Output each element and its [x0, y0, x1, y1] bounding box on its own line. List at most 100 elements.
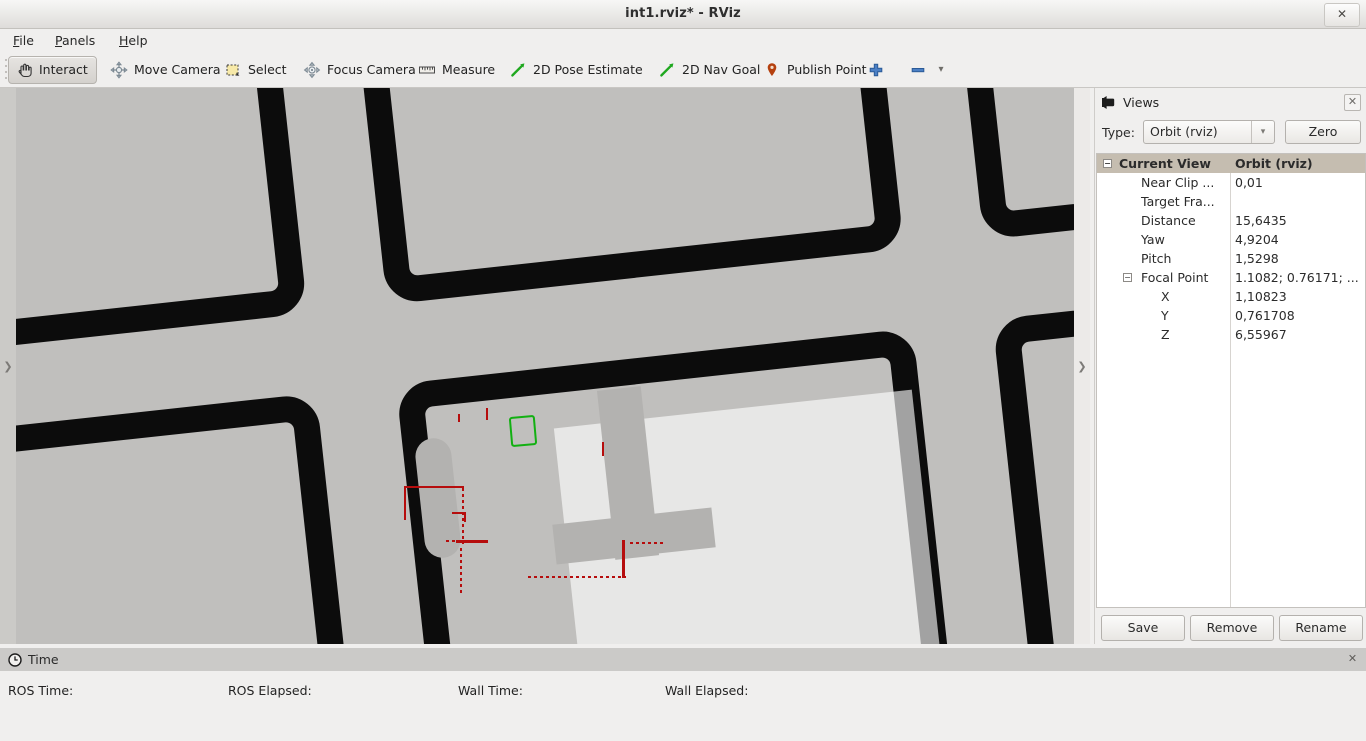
view-properties-tree[interactable]: −Current ViewOrbit (rviz)Near Clip ...0,…	[1096, 153, 1366, 608]
tree-row-value: 6,55967	[1231, 325, 1366, 344]
menu-panels[interactable]: Panels	[48, 31, 102, 50]
tool-select-label: Select	[248, 56, 287, 84]
clock-icon	[8, 653, 22, 667]
move-camera-icon	[110, 61, 128, 79]
robot-footprint-marker	[509, 415, 538, 447]
tree-row[interactable]: Near Clip ...0,01	[1097, 173, 1365, 192]
tree-row-value: 1,10823	[1231, 287, 1366, 306]
tool-2d-pose-estimate-label: 2D Pose Estimate	[533, 56, 643, 84]
laser-scan-line	[456, 540, 488, 543]
window-title: int1.rviz* - RViz	[0, 0, 1366, 28]
laser-scan-line	[528, 576, 626, 578]
menu-help-label-rest: elp	[128, 33, 147, 48]
tool-bar: Interact Move Camera Select	[0, 52, 1366, 88]
minus-icon	[909, 61, 927, 79]
map-block	[933, 88, 1074, 240]
tool-focus-camera[interactable]: Focus Camera	[296, 56, 425, 84]
zero-button[interactable]: Zero	[1285, 120, 1361, 144]
time-panel-close-button[interactable]: ✕	[1345, 652, 1360, 667]
laser-scan-line	[464, 512, 466, 522]
wall-time-label: Wall Time:	[458, 683, 523, 698]
tree-row[interactable]: Distance15,6435	[1097, 211, 1365, 230]
focus-camera-icon	[303, 61, 321, 79]
tree-row-value: 1,5298	[1231, 249, 1366, 268]
tool-select[interactable]: Select	[217, 56, 296, 84]
laser-scan-line	[622, 540, 625, 578]
time-panel-header: Time ✕	[0, 648, 1366, 671]
tree-row[interactable]: Target Fra...	[1097, 192, 1365, 211]
menu-file[interactable]: File	[6, 31, 41, 50]
laser-scan-line	[404, 486, 464, 488]
camera-icon	[1102, 96, 1117, 109]
tool-2d-nav-goal-label: 2D Nav Goal	[682, 56, 760, 84]
render-canvas-3d[interactable]	[16, 88, 1074, 644]
green-arrow-icon	[658, 61, 676, 79]
green-arrow-icon	[509, 61, 527, 79]
laser-scan-line	[460, 548, 462, 594]
view-type-value: Orbit (rviz)	[1150, 124, 1218, 139]
time-panel-title: Time	[28, 652, 59, 667]
tree-row[interactable]: Z6,55967	[1097, 325, 1365, 344]
tool-focus-camera-label: Focus Camera	[327, 56, 416, 84]
view-type-label: Type:	[1102, 125, 1135, 140]
menu-panels-label-rest: anels	[62, 33, 95, 48]
tool-publish-point[interactable]: Publish Point	[756, 56, 876, 84]
ros-time-label: ROS Time:	[8, 683, 73, 698]
laser-scan-line	[630, 542, 664, 544]
map-block	[16, 393, 367, 644]
laser-scan-point	[602, 442, 604, 456]
tree-row[interactable]: Y0,761708	[1097, 306, 1365, 325]
save-view-button[interactable]: Save	[1101, 615, 1185, 641]
tree-row[interactable]: Yaw4,9204	[1097, 230, 1365, 249]
ros-elapsed-label: ROS Elapsed:	[228, 683, 312, 698]
plus-icon	[867, 61, 885, 79]
render-area-frame: ❯	[0, 88, 1090, 644]
rename-view-button[interactable]: Rename	[1279, 615, 1363, 641]
right-dock-collapse-handle[interactable]: ❯	[1074, 88, 1090, 644]
tree-row-current-view[interactable]: −Current ViewOrbit (rviz)	[1097, 154, 1365, 173]
map-block	[336, 88, 904, 305]
tree-row-value: 0,761708	[1231, 306, 1366, 325]
rviz-window: int1.rviz* - RViz ✕ File Panels Help Int…	[0, 0, 1366, 741]
tool-measure-label: Measure	[442, 56, 495, 84]
tool-interact[interactable]: Interact	[8, 56, 97, 84]
laser-scan-point	[458, 414, 460, 422]
tree-row[interactable]: X1,10823	[1097, 287, 1365, 306]
view-type-combobox[interactable]: Orbit (rviz) ▾	[1143, 120, 1275, 144]
tree-body: −Current ViewOrbit (rviz)Near Clip ...0,…	[1097, 154, 1365, 344]
selection-box-icon	[224, 61, 242, 79]
hand-cursor-icon	[15, 61, 33, 79]
views-panel: Views ✕ Type: Orbit (rviz) ▾ Zero −Curre…	[1094, 88, 1366, 644]
tree-row-name: Current View	[1097, 154, 1252, 173]
tool-interact-label: Interact	[39, 56, 88, 84]
menu-bar: File Panels Help	[0, 29, 1366, 52]
views-panel-close-button[interactable]: ✕	[1344, 94, 1361, 111]
wall-elapsed-label: Wall Elapsed:	[665, 683, 748, 698]
add-tool-button[interactable]	[866, 56, 886, 84]
left-dock-expand-handle[interactable]: ❯	[0, 88, 16, 644]
tool-move-camera[interactable]: Move Camera	[103, 56, 230, 84]
tree-row[interactable]: Pitch1,5298	[1097, 249, 1365, 268]
menu-file-label-rest: ile	[19, 33, 34, 48]
chevron-down-icon: ▾	[1251, 121, 1274, 143]
time-panel: Time ✕ ROS Time: 65.70 ROS Elapsed: 58.7…	[0, 648, 1366, 741]
toolbar-overflow-button[interactable]: ▾	[932, 56, 950, 84]
remove-view-button[interactable]: Remove	[1190, 615, 1274, 641]
laser-scan-line	[404, 486, 406, 520]
tree-row-value: 1.1082; 0.76171; ...	[1231, 268, 1366, 287]
window-close-button[interactable]: ✕	[1324, 3, 1360, 27]
remove-tool-button[interactable]	[908, 56, 928, 84]
menu-help[interactable]: Help	[112, 31, 155, 50]
tool-2d-nav-goal[interactable]: 2D Nav Goal	[651, 56, 769, 84]
tool-2d-pose-estimate[interactable]: 2D Pose Estimate	[502, 56, 652, 84]
tree-row-value: 0,01	[1231, 173, 1366, 192]
tree-row-value: Orbit (rviz)	[1231, 154, 1366, 173]
tool-measure[interactable]: Measure	[411, 56, 504, 84]
views-panel-button-row: Save Remove Rename	[1095, 615, 1366, 643]
tree-row-value: 4,9204	[1231, 230, 1366, 249]
tree-row[interactable]: −Focal Point1.1082; 0.76171; ...	[1097, 268, 1365, 287]
laser-scan-point	[486, 408, 488, 420]
view-type-row: Type: Orbit (rviz) ▾ Zero	[1095, 120, 1366, 148]
title-bar: int1.rviz* - RViz ✕	[0, 0, 1366, 29]
tool-publish-point-label: Publish Point	[787, 56, 867, 84]
